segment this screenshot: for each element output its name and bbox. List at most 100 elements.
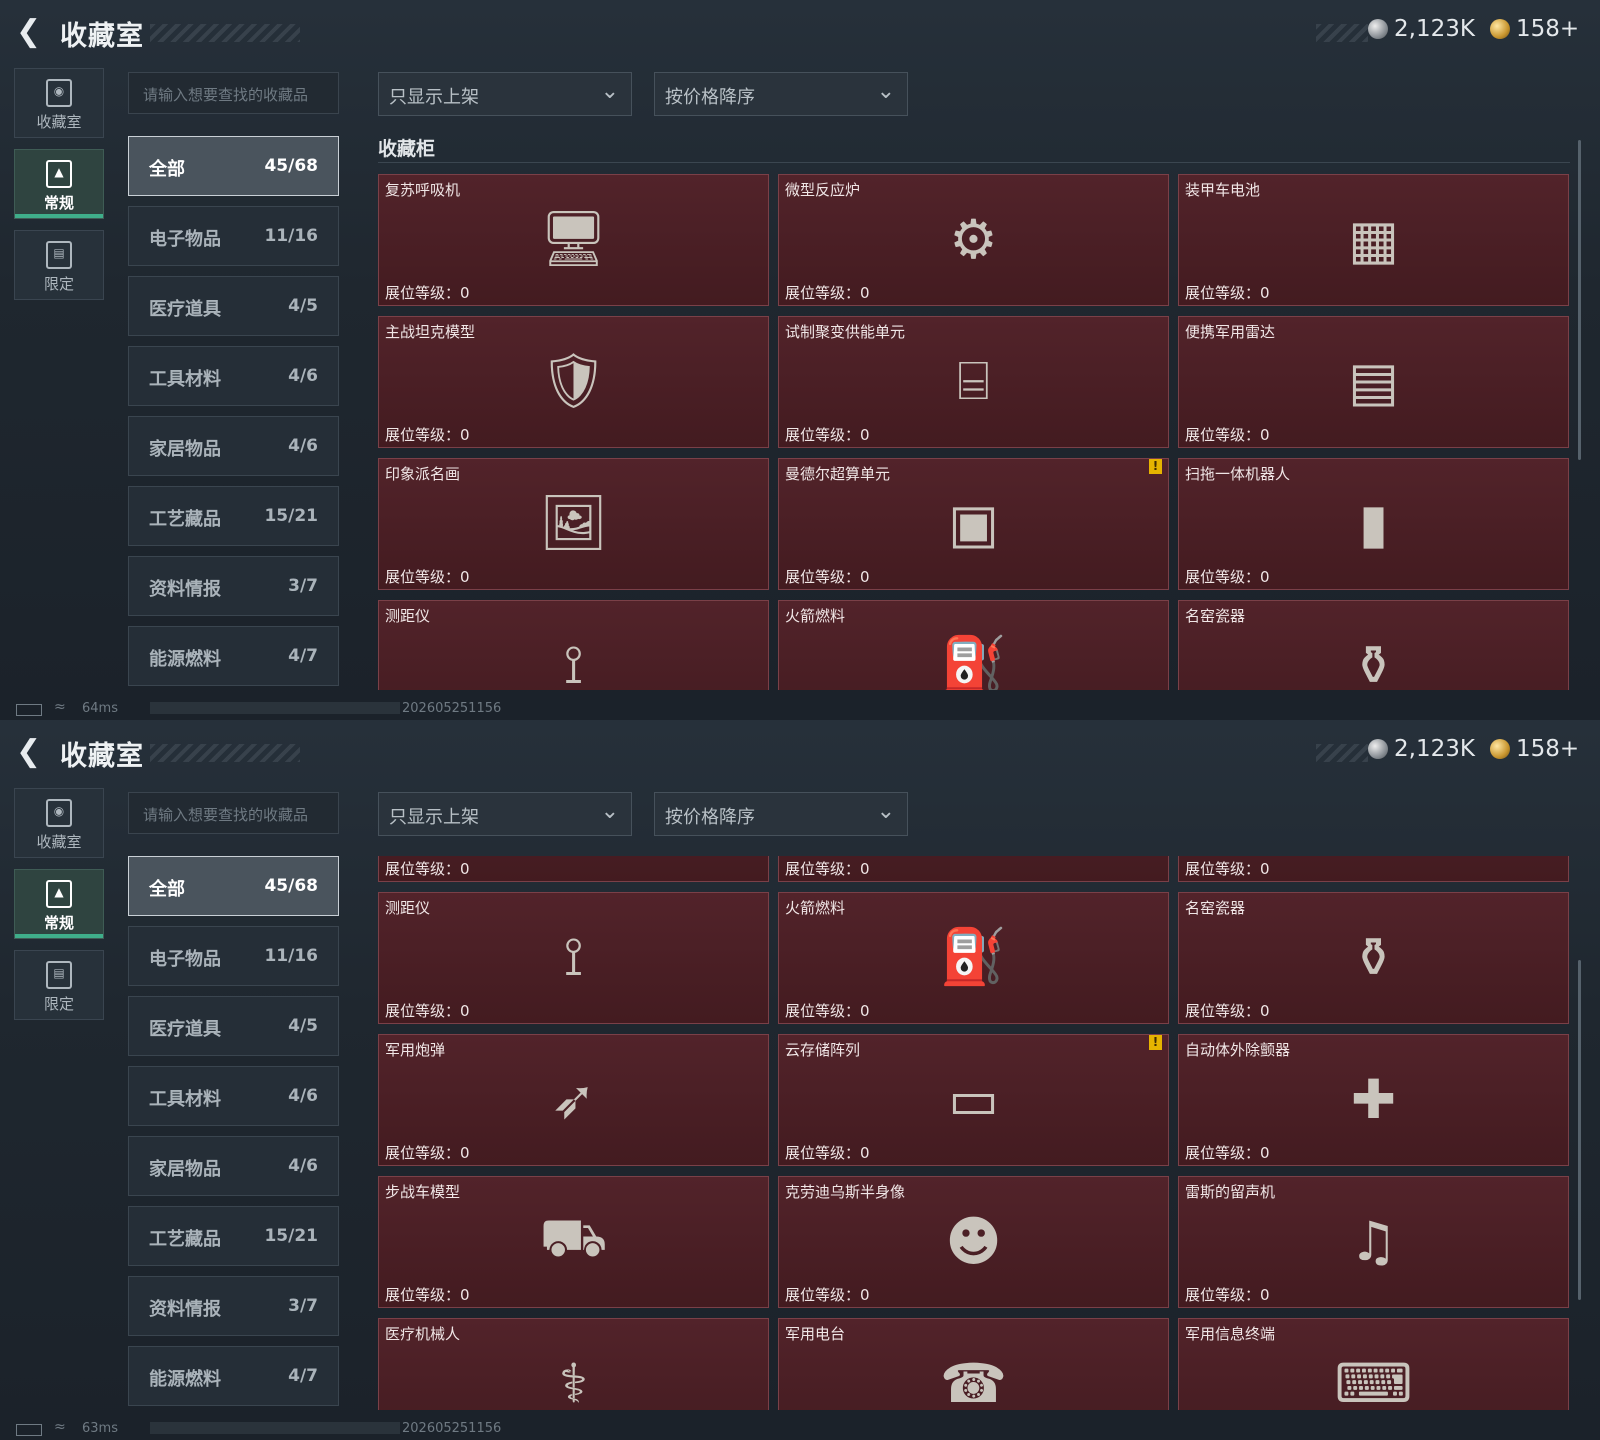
- vase-icon: ⚱: [1350, 925, 1397, 989]
- collection-item-card[interactable]: ⛽火箭燃料展位等级：0: [778, 600, 1169, 690]
- level-value: 0: [460, 568, 470, 586]
- gold-currency[interactable]: 158+: [1490, 16, 1579, 42]
- level-value: 0: [1260, 1144, 1270, 1162]
- category-all[interactable]: 全部 45/68: [128, 136, 339, 196]
- collection-item-card[interactable]: ⚱名窑瓷器展位等级：0: [1178, 600, 1569, 690]
- radio-icon: ☎: [939, 1351, 1008, 1411]
- collection-item-card[interactable]: ▤ 便携军用雷达 展位等级：0: [1178, 316, 1569, 448]
- scrollbar[interactable]: [1578, 140, 1581, 460]
- collection-item-card[interactable]: ▣曼德尔超算单元展位等级：0!: [778, 856, 1169, 882]
- status-strip: [150, 702, 400, 714]
- sort-dropdown[interactable]: 按价格降序 ⌄: [654, 792, 908, 836]
- item-level: 展位等级：0: [385, 1284, 470, 1305]
- level-label: 展位等级：: [385, 1286, 461, 1304]
- level-value: 0: [1260, 284, 1270, 302]
- category-household[interactable]: 家居物品 4/6: [128, 1136, 339, 1196]
- cabinet-icon: ◉: [46, 79, 72, 107]
- silver-currency: 2,123K: [1368, 736, 1475, 762]
- shell-icon: ➶: [550, 1067, 597, 1131]
- item-name: 医疗机械人: [385, 1325, 461, 1343]
- ping-text: 64ms: [82, 701, 118, 716]
- collection-item-card[interactable]: ⌨军用信息终端展位等级：0: [1178, 1318, 1569, 1410]
- level-label: 展位等级：: [1185, 1286, 1261, 1304]
- collection-item-card[interactable]: 🖼印象派名画展位等级：0: [378, 856, 769, 882]
- category-medical[interactable]: 医疗道具 4/5: [128, 996, 339, 1056]
- tab-regular[interactable]: ▲ 常规: [14, 869, 104, 939]
- status-bar: ≈ 63ms 202605251156: [0, 1416, 1600, 1440]
- category-intel[interactable]: 资料情报 3/7: [128, 556, 339, 616]
- tab-limited[interactable]: ▤ 限定: [14, 950, 104, 1020]
- tab-limited[interactable]: ▤ 限定: [14, 230, 104, 300]
- collection-item-card[interactable]: ⟟测距仪展位等级：0: [378, 892, 769, 1024]
- search-input[interactable]: 请输入想要查找的收藏品: [128, 72, 339, 114]
- collection-item-card[interactable]: 🛡 主战坦克模型 展位等级：0: [378, 316, 769, 448]
- item-name: 测距仪: [385, 899, 431, 917]
- item-level: 展位等级：0: [385, 424, 470, 445]
- collection-item-card[interactable]: ▦ 装甲车电池 展位等级：0: [1178, 174, 1569, 306]
- level-value: 0: [1260, 860, 1270, 878]
- category-all[interactable]: 全部 45/68: [128, 856, 339, 916]
- category-crafts[interactable]: 工艺藏品 15/21: [128, 1206, 339, 1266]
- level-value: 0: [860, 1002, 870, 1020]
- category-electronics[interactable]: 电子物品 11/16: [128, 926, 339, 986]
- robot-vacuum-icon: ▮: [1358, 491, 1389, 555]
- collection-item-card[interactable]: ➶ 军用炮弹 展位等级：0: [378, 1034, 769, 1166]
- category-tools[interactable]: 工具材料 4/6: [128, 1066, 339, 1126]
- collection-item-card[interactable]: ☻ 克劳迪乌斯半身像 展位等级：0: [778, 1176, 1169, 1308]
- collection-item-card[interactable]: ♫ 雷斯的留声机 展位等级：0: [1178, 1176, 1569, 1308]
- fuel-can-icon: ⛽: [939, 925, 1008, 988]
- collection-item-card[interactable]: ⚱名窑瓷器展位等级：0: [1178, 892, 1569, 1024]
- collection-item-card[interactable]: ⛽火箭燃料展位等级：0: [778, 892, 1169, 1024]
- collection-item-card[interactable]: 🖥 复苏呼吸机 展位等级：0: [378, 174, 769, 306]
- fusion-unit-icon: ⌸: [957, 349, 990, 412]
- collection-item-card[interactable]: ✚ 自动体外除颤器 展位等级：0: [1178, 1034, 1569, 1166]
- collection-grid-clip: 🖼印象派名画展位等级：0 ▣曼德尔超算单元展位等级：0! ▮扫拖一体机器人展位等级：…: [378, 856, 1570, 1410]
- category-energy[interactable]: 能源燃料 4/7: [128, 626, 339, 686]
- collection-item-card[interactable]: ▭ 云存储阵列 展位等级：0!: [778, 1034, 1169, 1166]
- collection-item-card[interactable]: ▮扫拖一体机器人展位等级：0: [1178, 458, 1569, 590]
- item-name: 云存储阵列: [785, 1041, 861, 1059]
- tab-regular[interactable]: ▲ 常规: [14, 149, 104, 219]
- chevron-down-icon: ⌄: [600, 799, 619, 824]
- item-name: 测距仪: [385, 607, 431, 625]
- collection-item-card[interactable]: ▣曼德尔超算单元展位等级：0!: [778, 458, 1169, 590]
- collection-item-card[interactable]: ⟟测距仪展位等级：0: [378, 600, 769, 690]
- item-level: 展位等级：0: [1185, 566, 1270, 587]
- category-energy[interactable]: 能源燃料 4/7: [128, 1346, 339, 1406]
- painting-icon: 🖼: [519, 856, 629, 865]
- collection-item-card[interactable]: ⚙ 微型反应炉 展位等级：0: [778, 174, 1169, 306]
- item-name: 试制聚变供能单元: [785, 323, 906, 341]
- category-medical[interactable]: 医疗道具 4/5: [128, 276, 339, 336]
- collection-item-card[interactable]: 🖼印象派名画展位等级：0: [378, 458, 769, 590]
- shelf-filter-dropdown[interactable]: 只显示上架 ⌄: [378, 72, 632, 116]
- level-label: 展位等级：: [385, 1144, 461, 1162]
- item-name: 曼德尔超算单元: [785, 465, 891, 483]
- level-label: 展位等级：: [1185, 284, 1261, 302]
- collection-item-card[interactable]: ⌸ 试制聚变供能单元 展位等级：0: [778, 316, 1169, 448]
- category-list: 全部 45/68 电子物品 11/16 医疗道具 4/5 工具材料 4/6 家居物品 4/…: [128, 136, 339, 696]
- category-electronics[interactable]: 电子物品 11/16: [128, 206, 339, 266]
- category-crafts[interactable]: 工艺藏品 15/21: [128, 486, 339, 546]
- search-input[interactable]: 请输入想要查找的收藏品: [128, 792, 339, 834]
- collection-item-card[interactable]: ⛟ 步战车模型 展位等级：0: [378, 1176, 769, 1308]
- collection-item-card[interactable]: ☎军用电台展位等级：0: [778, 1318, 1169, 1410]
- wifi-icon: ≈: [54, 699, 66, 715]
- side-tabs: ◉ 收藏室 ▲ 常规 ▤ 限定: [14, 788, 106, 1031]
- title-decoration: [150, 744, 300, 762]
- item-level: 展位等级：0: [1185, 282, 1270, 303]
- shelf-filter-dropdown[interactable]: 只显示上架 ⌄: [378, 792, 632, 836]
- back-arrow-icon[interactable]: ❮: [16, 16, 44, 48]
- scrollbar[interactable]: [1578, 960, 1581, 1300]
- category-household[interactable]: 家居物品 4/6: [128, 416, 339, 476]
- level-label: 展位等级：: [385, 284, 461, 302]
- collection-item-card[interactable]: ▮扫拖一体机器人展位等级：0: [1178, 856, 1569, 882]
- category-tools[interactable]: 工具材料 4/6: [128, 346, 339, 406]
- tab-collection-room[interactable]: ◉ 收藏室: [14, 68, 104, 138]
- sort-dropdown[interactable]: 按价格降序 ⌄: [654, 72, 908, 116]
- collection-item-card[interactable]: ⚕医疗机械人展位等级：0: [378, 1318, 769, 1410]
- tab-collection-room[interactable]: ◉ 收藏室: [14, 788, 104, 858]
- silver-currency: 2,123K: [1368, 16, 1475, 42]
- back-arrow-icon[interactable]: ❮: [16, 736, 44, 768]
- category-intel[interactable]: 资料情报 3/7: [128, 1276, 339, 1336]
- gold-currency[interactable]: 158+: [1490, 736, 1579, 762]
